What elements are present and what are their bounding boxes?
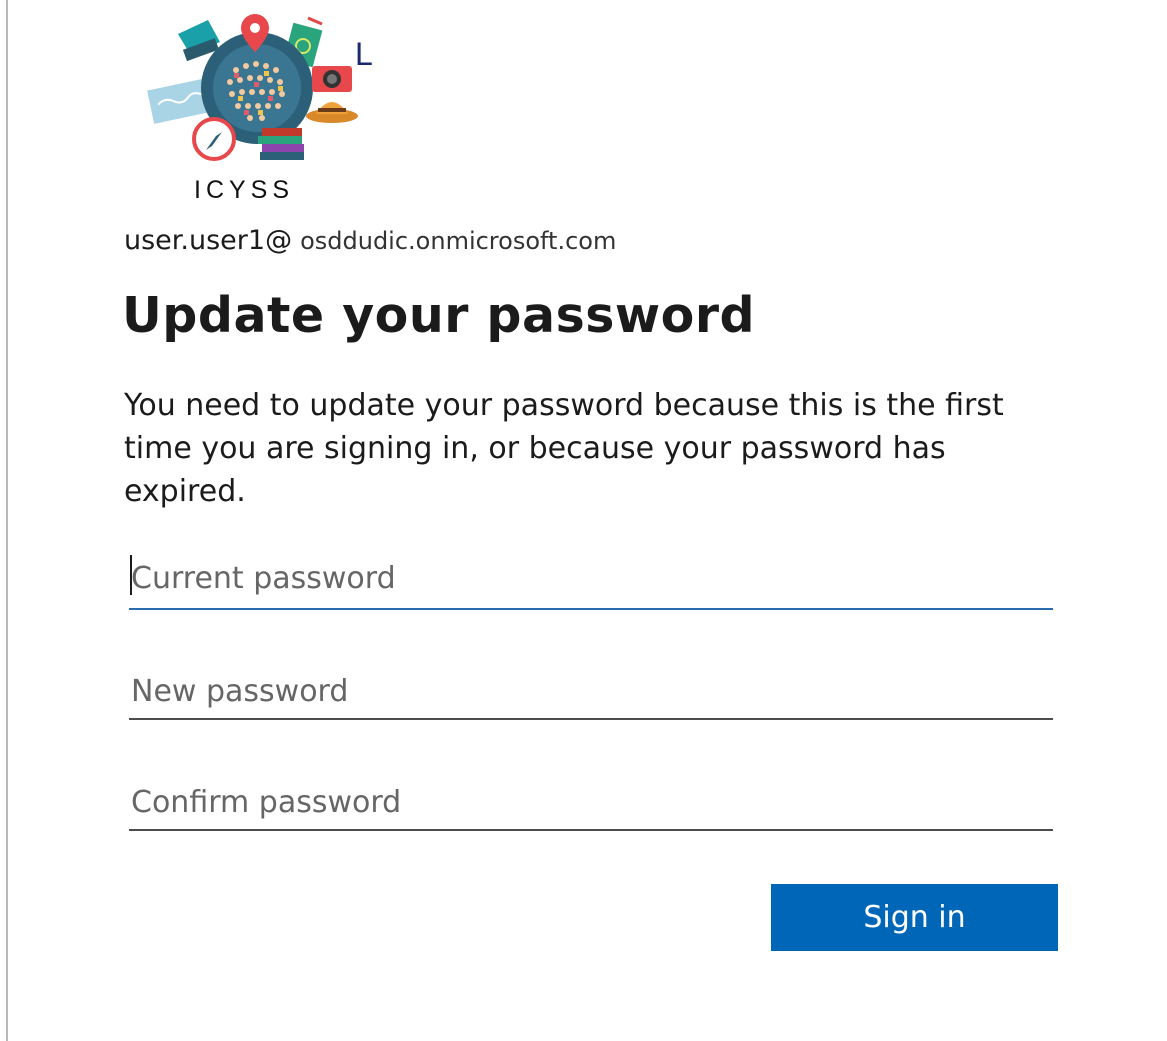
sign-in-button[interactable]: Sign in [771,884,1058,951]
account-user: user.user1@ [124,225,293,256]
account-domain: osddudic.onmicrosoft.com [300,227,617,255]
new-password-input[interactable] [129,664,1053,720]
account-identifier: user.user1@ osddudic.onmicrosoft.com [124,225,616,256]
page-left-border [6,0,8,1041]
page-title: Update your password [122,287,756,344]
logo-letter-fragment: L [355,36,373,72]
text-cursor [130,555,132,595]
current-password-input[interactable] [129,548,1053,610]
travel-globe-logo-icon [147,14,358,161]
update-password-description: You need to update your password because… [124,388,1004,509]
organization-logo [140,4,380,174]
logo-caption: ICYSS [194,176,295,204]
confirm-password-input[interactable] [129,775,1053,831]
